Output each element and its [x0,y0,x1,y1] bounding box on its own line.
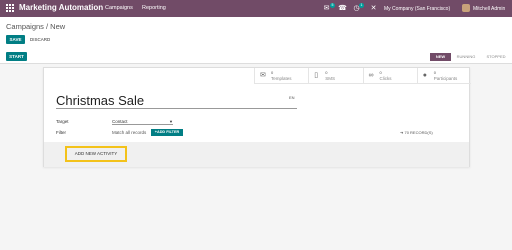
chevron-down-icon: ▼ [169,119,173,124]
stat-templates-value: 0 [271,70,274,75]
close-icon[interactable]: ✕ [369,4,378,13]
stat-sms-value: 0 [325,70,328,75]
campaign-name-input[interactable]: Christmas Sale [56,93,297,109]
filter-match-text: Match all records [112,130,147,135]
users-icon: ● [422,72,427,79]
campaign-form-sheet: ✉ 0 Templates ▯ 0 SMS ∞ 0 Clicks ● 0 Par… [43,67,471,167]
filter-label: Filter [56,130,66,135]
stat-participants-button[interactable]: ● 0 Participants [416,68,471,83]
link-icon: ∞ [368,72,374,79]
stat-clicks-value: 0 [379,70,382,75]
save-button[interactable]: SAVE [6,35,25,44]
menu-campaigns[interactable]: Campaigns [105,5,133,11]
stage-stopped[interactable]: STOPPED [482,53,510,61]
menu-reporting[interactable]: Reporting [142,5,166,11]
stat-participants-value: 0 [433,70,436,75]
stat-clicks-button[interactable]: ∞ 0 Clicks [362,68,417,83]
stat-sms-label: SMS [325,76,336,81]
target-label: Target [56,119,69,124]
stage-running[interactable]: RUNNING [452,53,480,61]
apps-icon[interactable] [6,4,14,12]
records-count[interactable]: ➜ 70 RECORD(S) [400,130,433,135]
app-title[interactable]: Marketing Automation [19,3,103,12]
add-filter-label: ADD FILTER [156,130,180,134]
discard-button[interactable]: DISCARD [30,37,50,42]
target-select[interactable]: Contact ▼ [112,119,173,125]
statusbar: START NEW RUNNING STOPPED [0,50,512,64]
activities-area: ADD NEW ACTIVITY [44,142,469,167]
stat-templates-button[interactable]: ✉ 0 Templates [254,68,308,83]
records-count-label: 70 RECORD(S) [404,130,433,135]
company-switcher[interactable]: My Company (San Francisco) [384,6,450,12]
phone-icon[interactable]: ☎ [338,4,347,13]
chat-count-badge: 5 [330,3,335,8]
stat-templates-label: Templates [271,76,292,81]
stage-new[interactable]: NEW [430,53,451,61]
control-panel: Campaigns / New SAVE DISCARD START NEW R… [0,17,512,64]
activity-count-badge: 1 [359,3,364,8]
add-filter-button[interactable]: +ADD FILTER [151,129,183,136]
avatar[interactable] [462,4,470,12]
language-toggle[interactable]: EN [289,95,295,100]
top-navbar: Marketing Automation Campaigns Reporting… [0,0,512,17]
start-button[interactable]: START [6,52,27,61]
stat-buttons: ✉ 0 Templates ▯ 0 SMS ∞ 0 Clicks ● 0 Par… [254,68,471,84]
target-value: Contact [112,119,128,124]
user-menu[interactable]: Mitchell Admin [473,6,505,12]
stat-sms-button[interactable]: ▯ 0 SMS [308,68,362,83]
stat-participants-label: Participants [433,76,458,81]
add-new-activity-button[interactable]: ADD NEW ACTIVITY [65,146,127,162]
envelope-icon: ✉ [260,72,266,79]
breadcrumb[interactable]: Campaigns / New [6,22,65,31]
stat-clicks-label: Clicks [379,76,392,81]
mobile-icon: ▯ [314,72,319,79]
